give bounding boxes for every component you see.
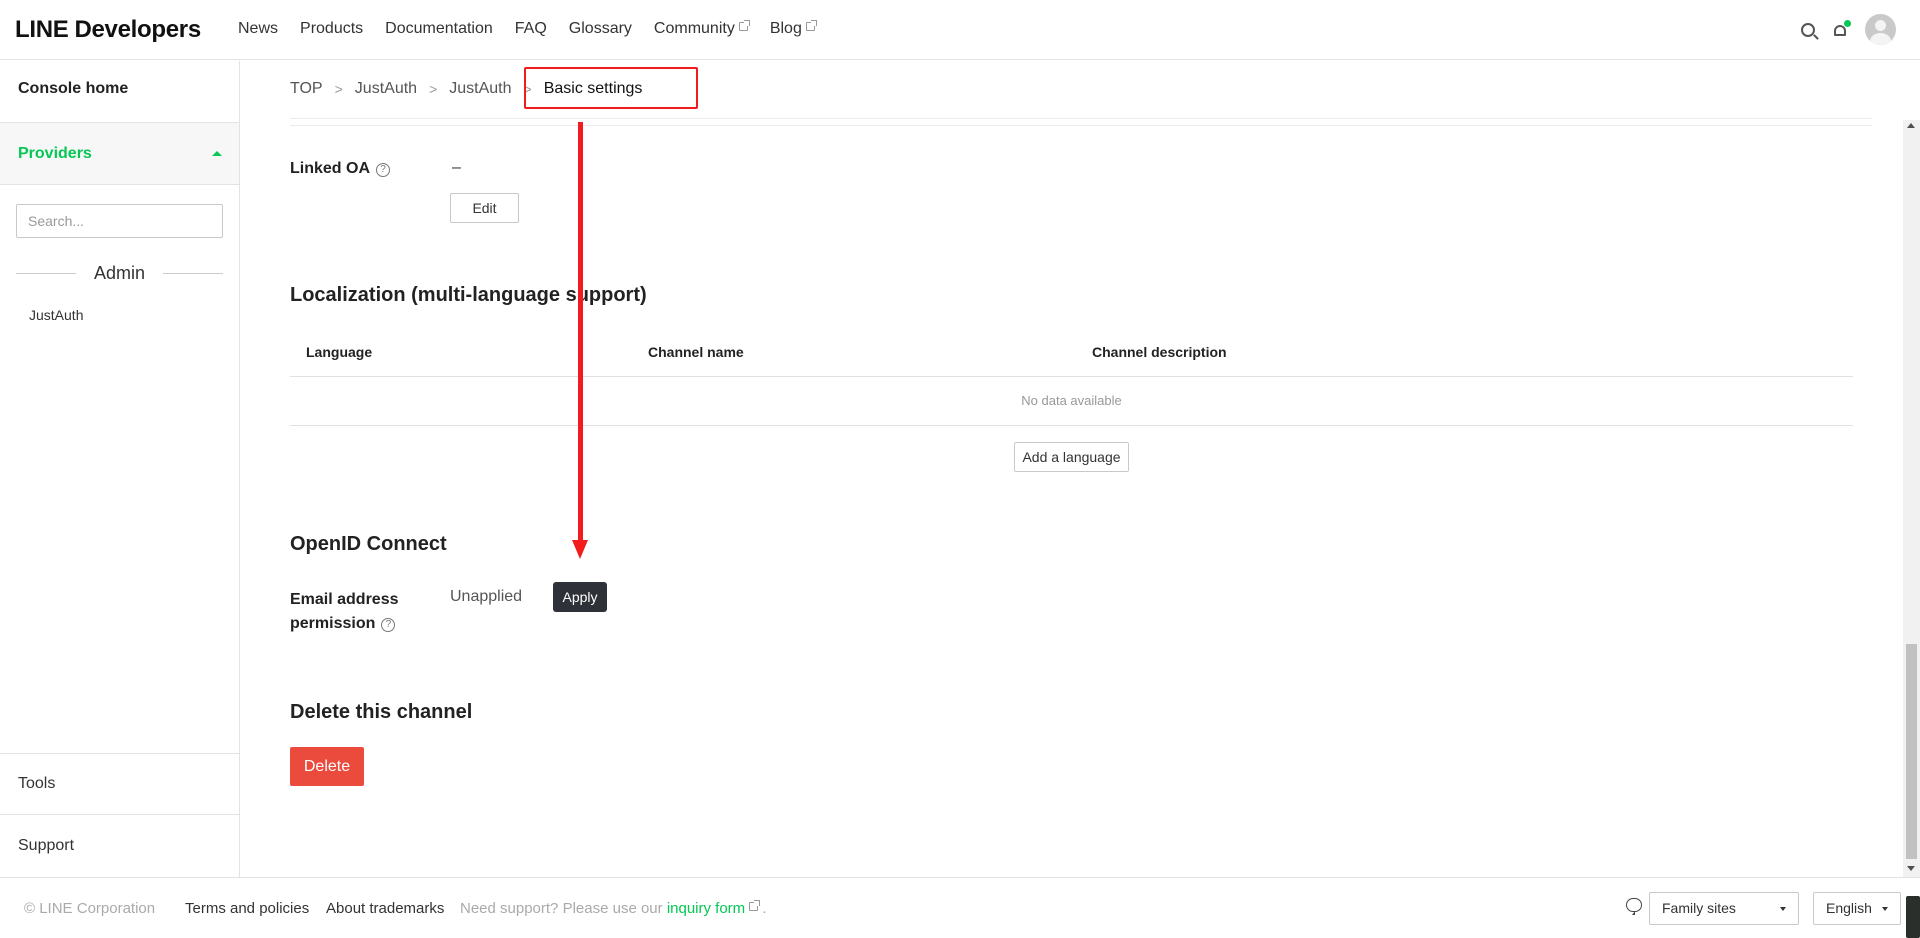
breadcrumb-provider[interactable]: JustAuth [355,80,417,98]
linked-oa-edit-button[interactable]: Edit [450,193,519,223]
localization-title: Localization (multi-language support) [290,284,647,306]
caret-up-icon [212,151,222,156]
sidebar-section-admin: Admin [16,263,223,283]
annotation-arrow-head [572,540,588,559]
corner-widget[interactable] [1906,896,1920,938]
header-actions [1801,14,1896,45]
nav-glossary[interactable]: Glossary [569,20,632,38]
nav-products[interactable]: Products [300,20,363,38]
nav-blog[interactable]: Blog [770,20,817,38]
footer: © LINE Corporation Terms and policies Ab… [0,877,1920,938]
vertical-scrollbar[interactable] [1903,120,1920,877]
sidebar: Console home Providers Admin JustAuth To… [0,61,240,877]
email-permission-label: Email address permission? [290,591,399,632]
column-channel-description: Channel description [1092,344,1227,360]
help-icon[interactable]: ? [376,163,391,177]
sidebar-providers[interactable]: Providers [0,123,239,185]
notification-dot [1844,19,1851,27]
user-avatar[interactable] [1865,14,1896,45]
linked-oa-value: – [452,159,461,176]
external-link-icon [749,900,761,911]
chevron-right-icon: > [429,81,438,97]
copyright: © LINE Corporation [24,900,156,917]
delete-channel-title: Delete this channel [290,701,473,723]
linked-oa-label: Linked OA? [290,160,391,178]
family-sites-select[interactable]: Family sites [1649,892,1799,925]
external-link-icon [805,20,817,31]
apply-button[interactable]: Apply [553,582,607,612]
divider [290,118,1872,119]
nav-news[interactable]: News [238,20,278,38]
openid-title: OpenID Connect [290,533,447,555]
chevron-down-icon [1882,907,1888,911]
sidebar-tools[interactable]: Tools [0,753,239,815]
search-icon[interactable] [1801,22,1815,37]
scroll-up-arrow-icon[interactable] [1907,123,1915,128]
nav-community[interactable]: Community [654,20,750,38]
sidebar-item-justauth[interactable]: JustAuth [29,307,83,323]
table-divider [290,376,1853,377]
line-developers-logo[interactable]: LINE Developers [15,16,201,44]
support-text: Need support? Please use our inquiry for… [460,900,767,917]
add-language-button[interactable]: Add a language [1014,442,1129,472]
sidebar-support[interactable]: Support [0,814,239,876]
empty-state: No data available [1021,393,1122,408]
divider [290,125,1872,126]
sidebar-console-home[interactable]: Console home [0,61,239,123]
nav-documentation[interactable]: Documentation [385,20,493,38]
chevron-down-icon [1780,907,1786,911]
breadcrumb-channel[interactable]: JustAuth [449,80,511,98]
column-language: Language [306,344,373,360]
main-nav: News Products Documentation FAQ Glossary… [238,20,817,38]
breadcrumb-top[interactable]: TOP [290,80,323,98]
chevron-right-icon: > [334,81,343,97]
terms-link[interactable]: Terms and policies [185,900,309,917]
scroll-down-arrow-icon[interactable] [1907,866,1915,871]
delete-button[interactable]: Delete [290,747,364,786]
notification-bell-icon[interactable] [1833,19,1851,37]
language-select[interactable]: English [1813,892,1901,925]
chat-icon[interactable] [1626,898,1642,915]
top-header: LINE Developers News Products Documentati… [0,0,1920,60]
nav-faq[interactable]: FAQ [515,20,547,38]
annotation-highlight-box [524,67,698,109]
sidebar-search-input[interactable] [16,204,223,238]
help-icon[interactable]: ? [381,618,396,632]
trademarks-link[interactable]: About trademarks [326,900,444,917]
email-permission-status: Unapplied [450,588,523,605]
column-channel-name: Channel name [648,344,744,360]
table-divider [290,425,1853,426]
inquiry-form-link[interactable]: inquiry form [667,900,761,917]
annotation-arrow [578,122,583,542]
scrollbar-thumb[interactable] [1906,644,1917,859]
external-link-icon [738,20,750,31]
